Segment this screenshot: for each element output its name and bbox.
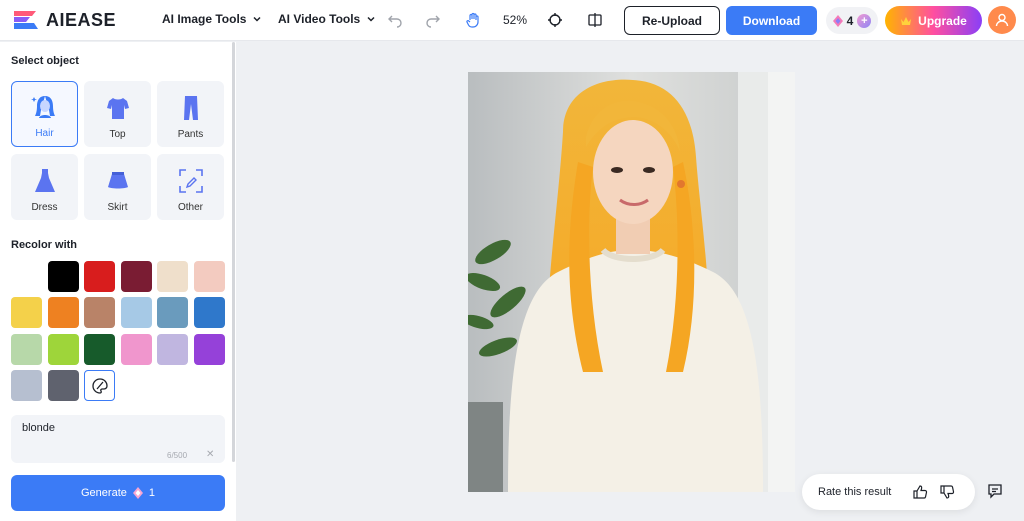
user-icon: [995, 13, 1009, 27]
nav-ai-image-tools[interactable]: AI Image Tools: [162, 12, 262, 26]
gem-icon: [832, 14, 843, 27]
logo-text: AIEASE: [46, 9, 117, 30]
user-avatar[interactable]: [988, 6, 1016, 34]
color-swatch[interactable]: [84, 334, 115, 365]
object-other[interactable]: Other: [157, 154, 224, 220]
hair-icon: [30, 96, 55, 118]
prompt-input[interactable]: blonde 6/500 ✕: [11, 415, 225, 463]
add-credits-icon: +: [857, 13, 872, 28]
object-label: Hair: [35, 128, 54, 139]
object-label: Pants: [177, 129, 204, 140]
color-swatch[interactable]: [157, 297, 188, 328]
color-swatch[interactable]: [194, 297, 225, 328]
credits-count: 4: [846, 13, 854, 28]
color-swatch[interactable]: [121, 334, 152, 365]
object-dress[interactable]: Dress: [11, 154, 78, 220]
crosshair-icon[interactable]: [547, 12, 563, 28]
logo-icon: [14, 11, 38, 29]
palette-icon: [91, 377, 108, 394]
color-swatch[interactable]: [157, 261, 188, 292]
prompt-value: blonde: [22, 422, 56, 434]
nav-label: AI Video Tools: [278, 12, 361, 26]
zoom-level[interactable]: 52%: [503, 13, 527, 27]
compare-icon[interactable]: [587, 12, 603, 28]
object-label: Dress: [31, 202, 58, 213]
credits-badge[interactable]: 4 +: [826, 7, 878, 34]
color-swatch[interactable]: [84, 261, 115, 292]
other-icon: [178, 169, 203, 193]
crown-icon: [901, 16, 912, 25]
nav-ai-video-tools[interactable]: AI Video Tools: [278, 12, 376, 26]
gem-icon: [132, 487, 143, 499]
thumbs-up-icon[interactable]: [912, 484, 928, 500]
object-skirt[interactable]: Skirt: [84, 154, 151, 220]
generate-label: Generate: [81, 487, 127, 499]
top-bar: AIEASE AI Image Tools AI Video Tools 52%…: [0, 0, 1024, 41]
hand-icon[interactable]: [465, 12, 481, 28]
object-label: Skirt: [107, 202, 128, 213]
skirt-icon: [107, 172, 128, 189]
color-swatch[interactable]: [11, 334, 42, 365]
sidebar-scrollbar[interactable]: [232, 42, 235, 462]
color-swatch[interactable]: [157, 334, 188, 365]
clear-prompt-icon[interactable]: ✕: [206, 449, 214, 460]
rate-result-panel: Rate this result: [802, 474, 975, 510]
color-swatch[interactable]: [84, 297, 115, 328]
pants-icon: [183, 96, 198, 120]
undo-icon[interactable]: [387, 12, 403, 28]
generate-cost: 1: [148, 487, 155, 499]
object-label: Other: [177, 202, 203, 213]
object-top[interactable]: Top: [84, 81, 151, 147]
color-swatch[interactable]: [48, 261, 79, 292]
download-button[interactable]: Download: [726, 6, 817, 35]
nav-label: AI Image Tools: [162, 12, 247, 26]
generate-button[interactable]: Generate 1: [11, 475, 225, 511]
thumbs-down-icon[interactable]: [939, 484, 955, 500]
custom-color-button[interactable]: [84, 370, 115, 401]
color-swatch[interactable]: [48, 334, 79, 365]
color-swatch[interactable]: [11, 297, 42, 328]
upgrade-button[interactable]: Upgrade: [885, 6, 982, 35]
color-swatch[interactable]: [194, 334, 225, 365]
object-pants[interactable]: Pants: [157, 81, 224, 147]
prompt-char-count: 6/500: [167, 451, 188, 460]
object-hair[interactable]: Hair: [11, 81, 78, 147]
recolor-with-title: Recolor with: [11, 239, 78, 251]
feedback-icon[interactable]: [986, 482, 1004, 500]
color-swatch[interactable]: [121, 297, 152, 328]
re-upload-button[interactable]: Re-Upload: [624, 6, 720, 35]
dress-icon: [34, 169, 55, 192]
color-swatch[interactable]: [48, 370, 79, 401]
result-image[interactable]: [468, 72, 795, 492]
color-swatch[interactable]: [121, 261, 152, 292]
redo-icon[interactable]: [425, 12, 441, 28]
color-swatch[interactable]: [48, 297, 79, 328]
upgrade-label: Upgrade: [918, 13, 967, 28]
logo[interactable]: AIEASE: [12, 9, 116, 31]
chevron-down-icon: [253, 16, 261, 22]
rate-result-label: Rate this result: [818, 486, 892, 498]
color-swatch[interactable]: [11, 370, 42, 401]
object-label: Top: [109, 129, 126, 140]
top-icon: [106, 98, 129, 119]
color-swatch[interactable]: [194, 261, 225, 292]
chevron-down-icon: [367, 16, 375, 22]
select-object-title: Select object: [11, 55, 79, 67]
